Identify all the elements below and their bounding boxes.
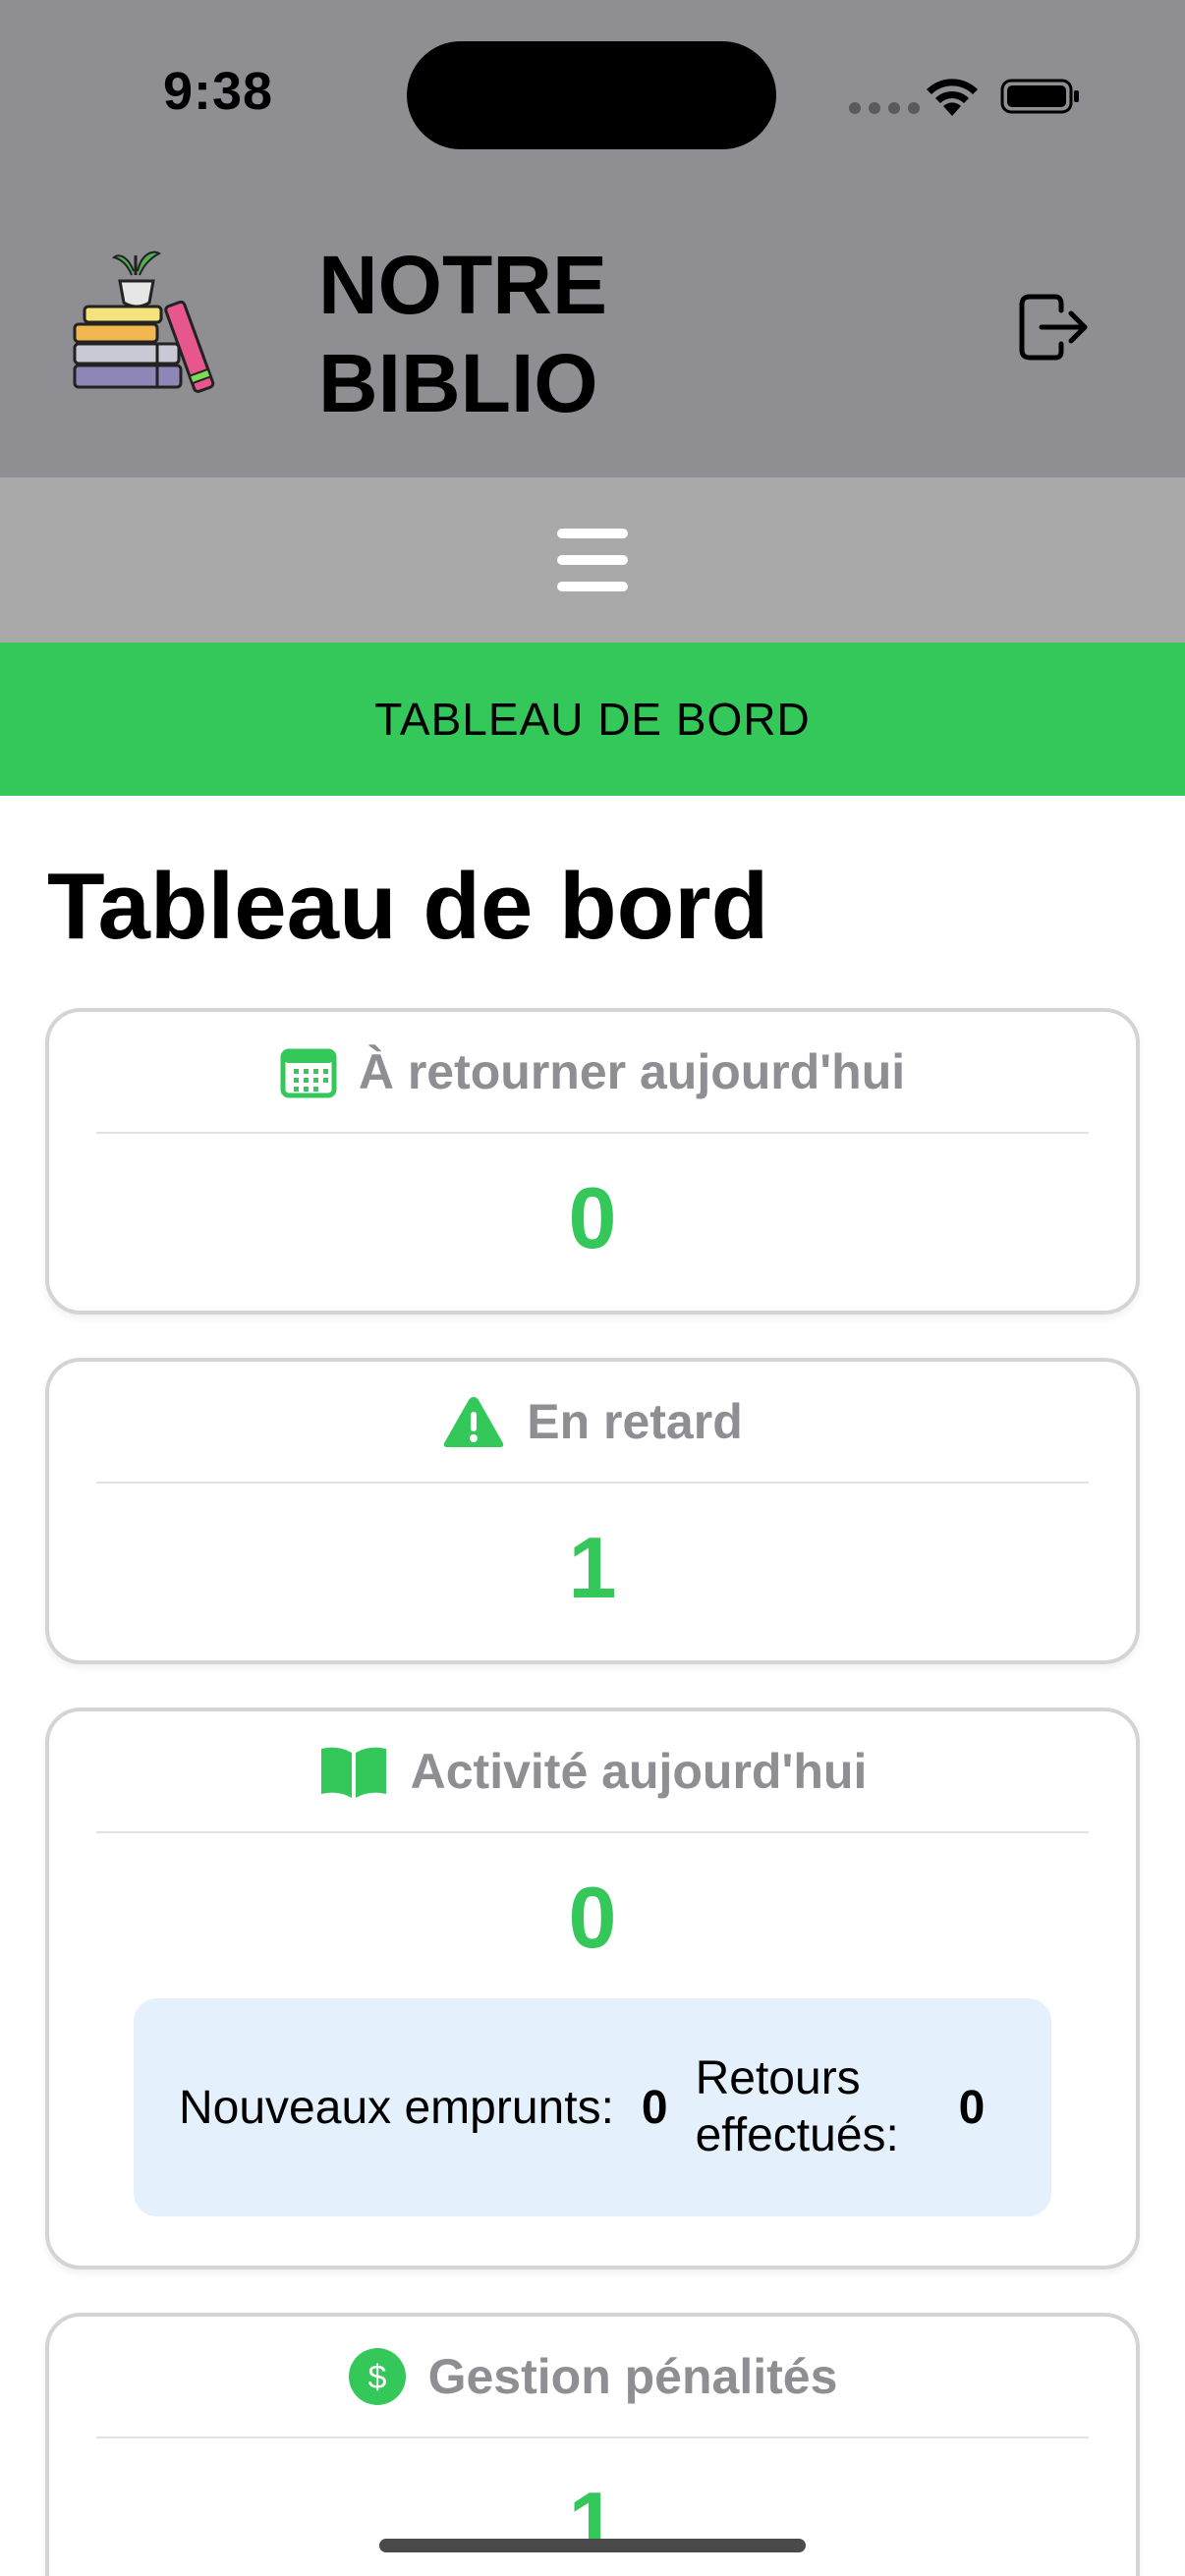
books-plant-logo bbox=[73, 251, 215, 393]
cellular-signal-icon bbox=[849, 102, 920, 114]
calendar-icon bbox=[280, 1048, 337, 1098]
card-value: 1 bbox=[568, 2474, 617, 2571]
card-label: À retourner aujourd'hui bbox=[358, 1044, 906, 1099]
card-value: 1 bbox=[568, 1519, 617, 1616]
app-header: NOTRE BIBLIO bbox=[0, 177, 1185, 477]
activity-card[interactable]: Activité aujourd'hui 0 Nouveaux emprunts… bbox=[45, 1708, 1140, 2269]
svg-text:$: $ bbox=[367, 2359, 386, 2396]
activity-breakdown: Nouveaux emprunts: 0 Retours effectués: … bbox=[134, 1998, 1051, 2216]
due-today-card[interactable]: À retourner aujourd'hui 0 bbox=[45, 1008, 1140, 1315]
card-value: 0 bbox=[568, 1169, 617, 1266]
new-loans-label: Nouveaux emprunts: bbox=[179, 2081, 614, 2134]
returns-value: 0 bbox=[958, 2081, 986, 2134]
status-bar: 9:38 bbox=[0, 0, 1185, 177]
card-label: En retard bbox=[527, 1394, 743, 1449]
warning-icon bbox=[444, 1397, 504, 1447]
dynamic-island bbox=[407, 41, 776, 149]
logout-icon[interactable] bbox=[1016, 291, 1089, 364]
nav-item-dashboard[interactable]: TABLEAU DE BORD bbox=[0, 643, 1185, 796]
card-header: $ Gestion pénalités bbox=[96, 2317, 1089, 2438]
menu-bar bbox=[0, 477, 1185, 643]
overdue-card[interactable]: En retard 1 bbox=[45, 1358, 1140, 1664]
app-title: NOTRE BIBLIO bbox=[318, 239, 607, 429]
penalties-card[interactable]: $ Gestion pénalités 1 bbox=[45, 2313, 1140, 2576]
home-indicator[interactable] bbox=[379, 2539, 806, 2552]
hamburger-menu-icon[interactable] bbox=[557, 525, 628, 595]
open-book-icon bbox=[320, 1747, 386, 1798]
returns-label: Retours effectués: bbox=[695, 2052, 899, 2161]
page-title: Tableau de bord bbox=[47, 854, 769, 959]
battery-icon bbox=[1000, 79, 1079, 114]
card-value: 0 bbox=[568, 1869, 617, 1966]
dollar-icon: $ bbox=[348, 2348, 406, 2405]
new-loans-value: 0 bbox=[641, 2081, 668, 2134]
card-header: À retourner aujourd'hui bbox=[96, 1012, 1089, 1134]
status-time: 9:38 bbox=[163, 62, 274, 121]
wifi-icon bbox=[927, 79, 978, 116]
card-header: En retard bbox=[96, 1362, 1089, 1484]
card-label: Activité aujourd'hui bbox=[410, 1744, 868, 1799]
card-header: Activité aujourd'hui bbox=[96, 1711, 1089, 1833]
nav-item-label: TABLEAU DE BORD bbox=[374, 694, 811, 745]
card-label: Gestion pénalités bbox=[427, 2349, 838, 2404]
